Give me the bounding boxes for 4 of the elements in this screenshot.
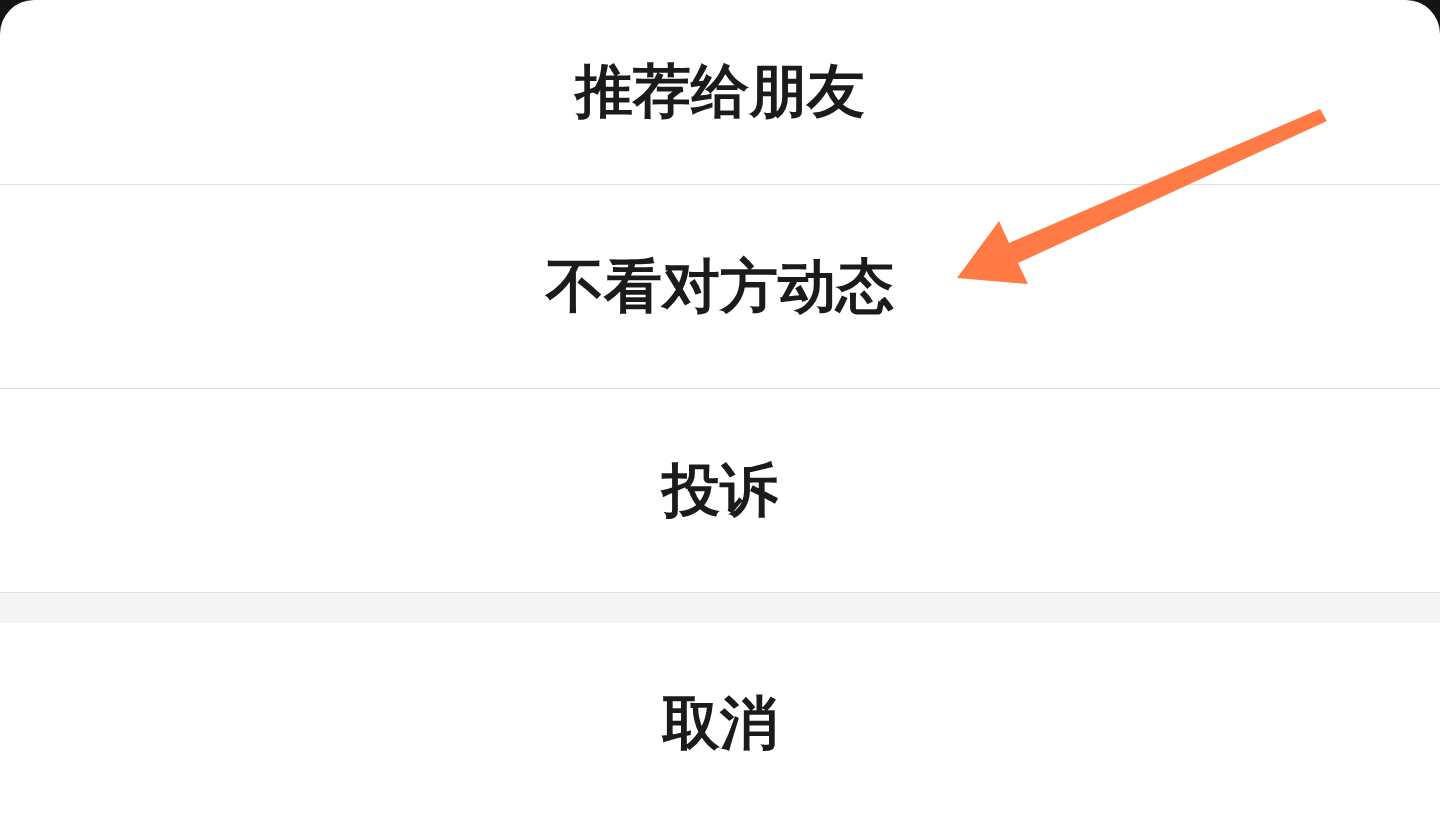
cancel-button[interactable]: 取消 [0, 623, 1440, 825]
menu-item[interactable]: 投诉 [0, 389, 1440, 592]
menu-item[interactable]: 推荐给朋友 [0, 0, 1440, 184]
menu-item[interactable]: 不看对方动态 [0, 185, 1440, 388]
